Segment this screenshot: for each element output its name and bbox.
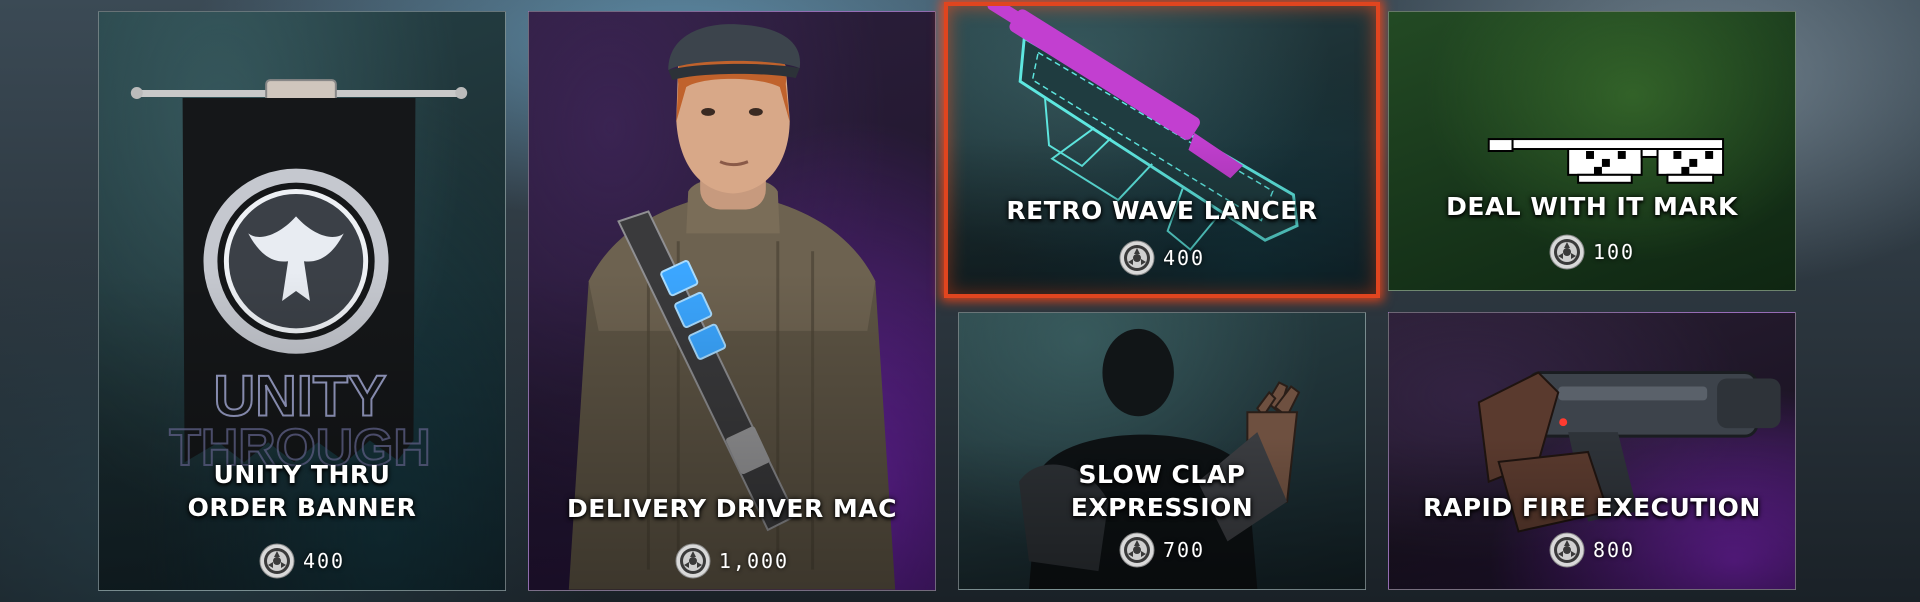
store-item-unity-banner[interactable]: UNITY THROUGH UNITY THRU ORDER BANNER 40…: [98, 11, 506, 591]
store-item-slow-clap-expression[interactable]: SLOW CLAP EXPRESSION 700: [958, 312, 1366, 590]
item-price: 700: [959, 532, 1365, 568]
price-value: 400: [302, 549, 346, 573]
iron-coin-icon: [1549, 234, 1585, 270]
iron-coin-icon: [1119, 532, 1155, 568]
price-value: 400: [1162, 246, 1206, 270]
item-title: RETRO WAVE LANCER: [1006, 196, 1318, 225]
item-price: 400: [99, 543, 505, 579]
price-value: 700: [1162, 538, 1206, 562]
price-value: 800: [1592, 538, 1636, 562]
iron-coin-icon: [675, 543, 711, 579]
store-item-delivery-driver-mac[interactable]: DELIVERY DRIVER MAC 1,000: [528, 11, 936, 591]
item-price: 800: [1389, 532, 1795, 568]
item-price: 1,000: [529, 543, 935, 579]
iron-coin-icon: [259, 543, 295, 579]
item-title: DEAL WITH IT MARK: [1446, 192, 1738, 221]
store-item-retro-wave-lancer[interactable]: RETRO WAVE LANCER 400: [944, 2, 1380, 298]
item-price: 400: [948, 240, 1376, 276]
item-title: DELIVERY DRIVER MAC: [567, 494, 897, 523]
item-title: SLOW CLAP EXPRESSION: [1070, 460, 1254, 522]
store-item-rapid-fire-execution[interactable]: RAPID FIRE EXECUTION 800: [1388, 312, 1796, 590]
item-title: UNITY THRU ORDER BANNER: [187, 460, 417, 522]
price-value: 1,000: [718, 549, 790, 573]
item-title: RAPID FIRE EXECUTION: [1423, 493, 1761, 522]
store-item-deal-with-it-mark[interactable]: DEAL WITH IT MARK 100: [1388, 11, 1796, 291]
iron-coin-icon: [1119, 240, 1155, 276]
item-price: 100: [1389, 234, 1795, 270]
price-value: 100: [1592, 240, 1636, 264]
iron-coin-icon: [1549, 532, 1585, 568]
